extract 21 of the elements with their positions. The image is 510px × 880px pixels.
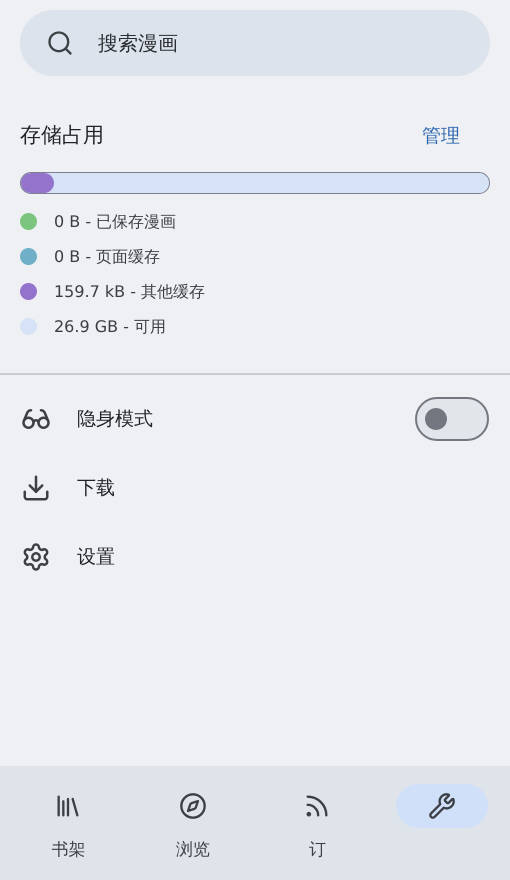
search-icon — [46, 29, 74, 57]
legend-label: 0 B - 已保存漫画 — [54, 210, 176, 232]
wrench-icon — [428, 792, 456, 820]
nav-tab[interactable] — [396, 784, 488, 828]
menu-item[interactable]: 下载 — [0, 454, 510, 522]
search-input: 搜索漫画 — [98, 28, 398, 58]
settings-icon — [21, 542, 51, 572]
manage-link[interactable]: 管理 — [422, 122, 460, 150]
menu-item[interactable]: 隐身模式 — [0, 384, 510, 454]
nav-label: 书架 — [51, 839, 86, 862]
legend-label: 26.9 GB - 可用 — [54, 316, 166, 338]
legend-label: 0 B - 页面缓存 — [54, 246, 160, 268]
legend-label: 159.7 kB - 其他缓存 — [54, 280, 206, 302]
search-field[interactable]: 搜索漫画 — [20, 10, 490, 76]
nav-label: 浏览 — [176, 839, 210, 862]
download-icon — [21, 473, 51, 503]
menu-item[interactable]: 设置 — [0, 522, 510, 592]
nav-label: 订 — [308, 839, 326, 862]
section-title: 存储占用 — [20, 122, 104, 149]
compass-icon — [178, 792, 207, 820]
toggle-switch[interactable] — [415, 397, 489, 441]
